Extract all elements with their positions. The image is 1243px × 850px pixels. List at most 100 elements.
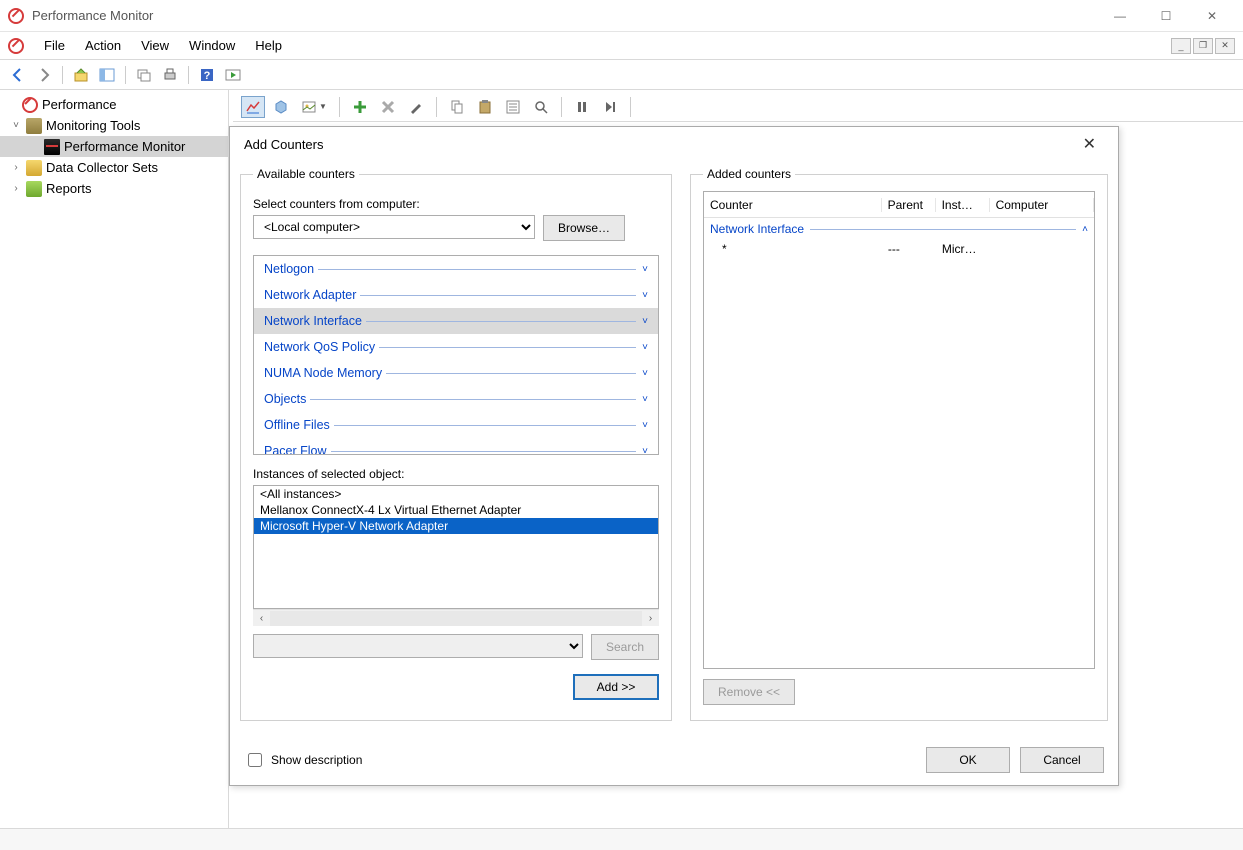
paste-button[interactable] — [473, 96, 497, 118]
pause-button[interactable] — [570, 96, 594, 118]
tree-label: Data Collector Sets — [46, 160, 158, 175]
counter-category-item[interactable]: Network QoS Policy˅ — [254, 334, 658, 360]
perfmon-icon — [44, 139, 60, 155]
counter-category-item[interactable]: Objects˅ — [254, 386, 658, 412]
tree-node-performance-monitor[interactable]: Performance Monitor — [0, 136, 228, 157]
properties-button[interactable] — [501, 96, 525, 118]
new-window-icon[interactable] — [134, 65, 154, 85]
zoom-button[interactable] — [529, 96, 553, 118]
tree-node-performance[interactable]: Performance — [0, 94, 228, 115]
menu-help[interactable]: Help — [245, 34, 292, 57]
view-image-button[interactable]: ▼ — [297, 96, 331, 118]
cancel-button[interactable]: Cancel — [1020, 747, 1104, 773]
instance-item[interactable]: Microsoft Hyper-V Network Adapter — [254, 518, 658, 534]
counter-category-item[interactable]: Pacer Flow˅ — [254, 438, 658, 455]
select-computer-label: Select counters from computer: — [253, 197, 659, 211]
tree-label: Performance — [42, 97, 116, 112]
added-counters-group: Added counters Counter Parent Inst… Comp… — [690, 167, 1108, 721]
added-counters-table[interactable]: Counter Parent Inst… Computer Network In… — [703, 191, 1095, 669]
back-icon[interactable] — [8, 65, 28, 85]
tree-node-data-collector-sets[interactable]: › Data Collector Sets — [0, 157, 228, 178]
help-icon[interactable]: ? — [197, 65, 217, 85]
print-icon[interactable] — [160, 65, 180, 85]
run-icon[interactable] — [223, 65, 243, 85]
counter-category-item[interactable]: Netlogon˅ — [254, 256, 658, 282]
instance-item[interactable]: Mellanox ConnectX-4 Lx Virtual Ethernet … — [254, 502, 658, 518]
search-combo[interactable] — [253, 634, 583, 658]
view-3d-button[interactable] — [269, 96, 293, 118]
maximize-button[interactable]: ☐ — [1143, 0, 1189, 32]
dialog-title: Add Counters — [244, 137, 324, 152]
navigation-tree: Performance ˅ Monitoring Tools Performan… — [0, 90, 229, 828]
ok-button[interactable]: OK — [926, 747, 1010, 773]
window-titlebar: Performance Monitor — ☐ ✕ — [0, 0, 1243, 32]
instance-item[interactable]: <All instances> — [254, 486, 658, 502]
mdi-close-button[interactable]: ✕ — [1215, 38, 1235, 54]
search-button[interactable]: Search — [591, 634, 659, 660]
tree-label: Monitoring Tools — [46, 118, 140, 133]
counter-category-item[interactable]: Network Adapter˅ — [254, 282, 658, 308]
counter-category-item[interactable]: Offline Files˅ — [254, 412, 658, 438]
delete-counter-button[interactable] — [376, 96, 400, 118]
instances-list[interactable]: <All instances>Mellanox ConnectX-4 Lx Vi… — [253, 485, 659, 609]
remove-button[interactable]: Remove << — [703, 679, 795, 705]
menu-view[interactable]: View — [131, 34, 179, 57]
counter-category-list[interactable]: Netlogon˅Network Adapter˅Network Interfa… — [253, 255, 659, 455]
add-button[interactable]: Add >> — [573, 674, 659, 700]
folder-gear-icon — [26, 118, 42, 134]
tree-label: Performance Monitor — [64, 139, 185, 154]
menu-window[interactable]: Window — [179, 34, 245, 57]
added-counter-group[interactable]: Network Interface ˄ — [704, 218, 1094, 240]
forward-icon[interactable] — [34, 65, 54, 85]
add-counters-dialog: Add Counters ✕ Available counters Select… — [229, 126, 1119, 786]
folder-green-icon — [26, 181, 42, 197]
tree-node-reports[interactable]: › Reports — [0, 178, 228, 199]
app-icon-small — [8, 38, 24, 54]
browse-button[interactable]: Browse… — [543, 215, 625, 241]
added-group-label: Network Interface — [710, 222, 804, 236]
show-description-checkbox[interactable]: Show description — [244, 750, 362, 770]
show-description-label: Show description — [271, 753, 362, 767]
window-title: Performance Monitor — [32, 8, 1097, 23]
instances-hscrollbar[interactable]: ‹› — [253, 609, 659, 626]
col-header-parent[interactable]: Parent — [882, 198, 936, 212]
mdi-minimize-button[interactable]: _ — [1171, 38, 1191, 54]
counter-category-item[interactable]: Network Interface˅ — [254, 308, 658, 334]
mdi-restore-button[interactable]: ❐ — [1193, 38, 1213, 54]
added-counter-row[interactable]: * --- Micr… — [704, 240, 1094, 258]
mmc-toolbar: ? — [0, 60, 1243, 90]
close-button[interactable]: ✕ — [1189, 0, 1235, 32]
minimize-button[interactable]: — — [1097, 0, 1143, 32]
counter-category-item[interactable]: NUMA Node Memory˅ — [254, 360, 658, 386]
show-hide-tree-icon[interactable] — [97, 65, 117, 85]
menu-action[interactable]: Action — [75, 34, 131, 57]
tree-label: Reports — [46, 181, 92, 196]
status-bar — [0, 828, 1243, 850]
performance-icon — [22, 97, 38, 113]
col-header-computer[interactable]: Computer — [990, 198, 1094, 212]
svg-text:?: ? — [204, 70, 211, 82]
col-header-counter[interactable]: Counter — [704, 198, 882, 212]
app-icon — [8, 8, 24, 24]
dialog-close-button[interactable]: ✕ — [1075, 130, 1104, 158]
copy-button[interactable] — [445, 96, 469, 118]
instances-label: Instances of selected object: — [253, 467, 659, 481]
highlight-button[interactable] — [404, 96, 428, 118]
col-header-instance[interactable]: Inst… — [936, 198, 990, 212]
menubar: File Action View Window Help _ ❐ ✕ — [0, 32, 1243, 60]
step-button[interactable] — [598, 96, 622, 118]
tree-node-monitoring-tools[interactable]: ˅ Monitoring Tools — [0, 115, 228, 136]
collapse-icon[interactable]: ˄ — [1082, 224, 1088, 235]
menu-file[interactable]: File — [34, 34, 75, 57]
perfmon-toolbar: ▼ — [233, 92, 1243, 122]
up-icon[interactable] — [71, 65, 91, 85]
work-pane: ▼ Add Counters ✕ Available c — [229, 90, 1243, 828]
available-counters-legend: Available counters — [253, 167, 359, 181]
show-description-input[interactable] — [248, 753, 262, 767]
available-counters-group: Available counters Select counters from … — [240, 167, 672, 721]
add-counter-button[interactable] — [348, 96, 372, 118]
computer-select[interactable]: <Local computer> — [253, 215, 535, 239]
added-counters-legend: Added counters — [703, 167, 795, 181]
view-chart-button[interactable] — [241, 96, 265, 118]
folder-yellow-icon — [26, 160, 42, 176]
